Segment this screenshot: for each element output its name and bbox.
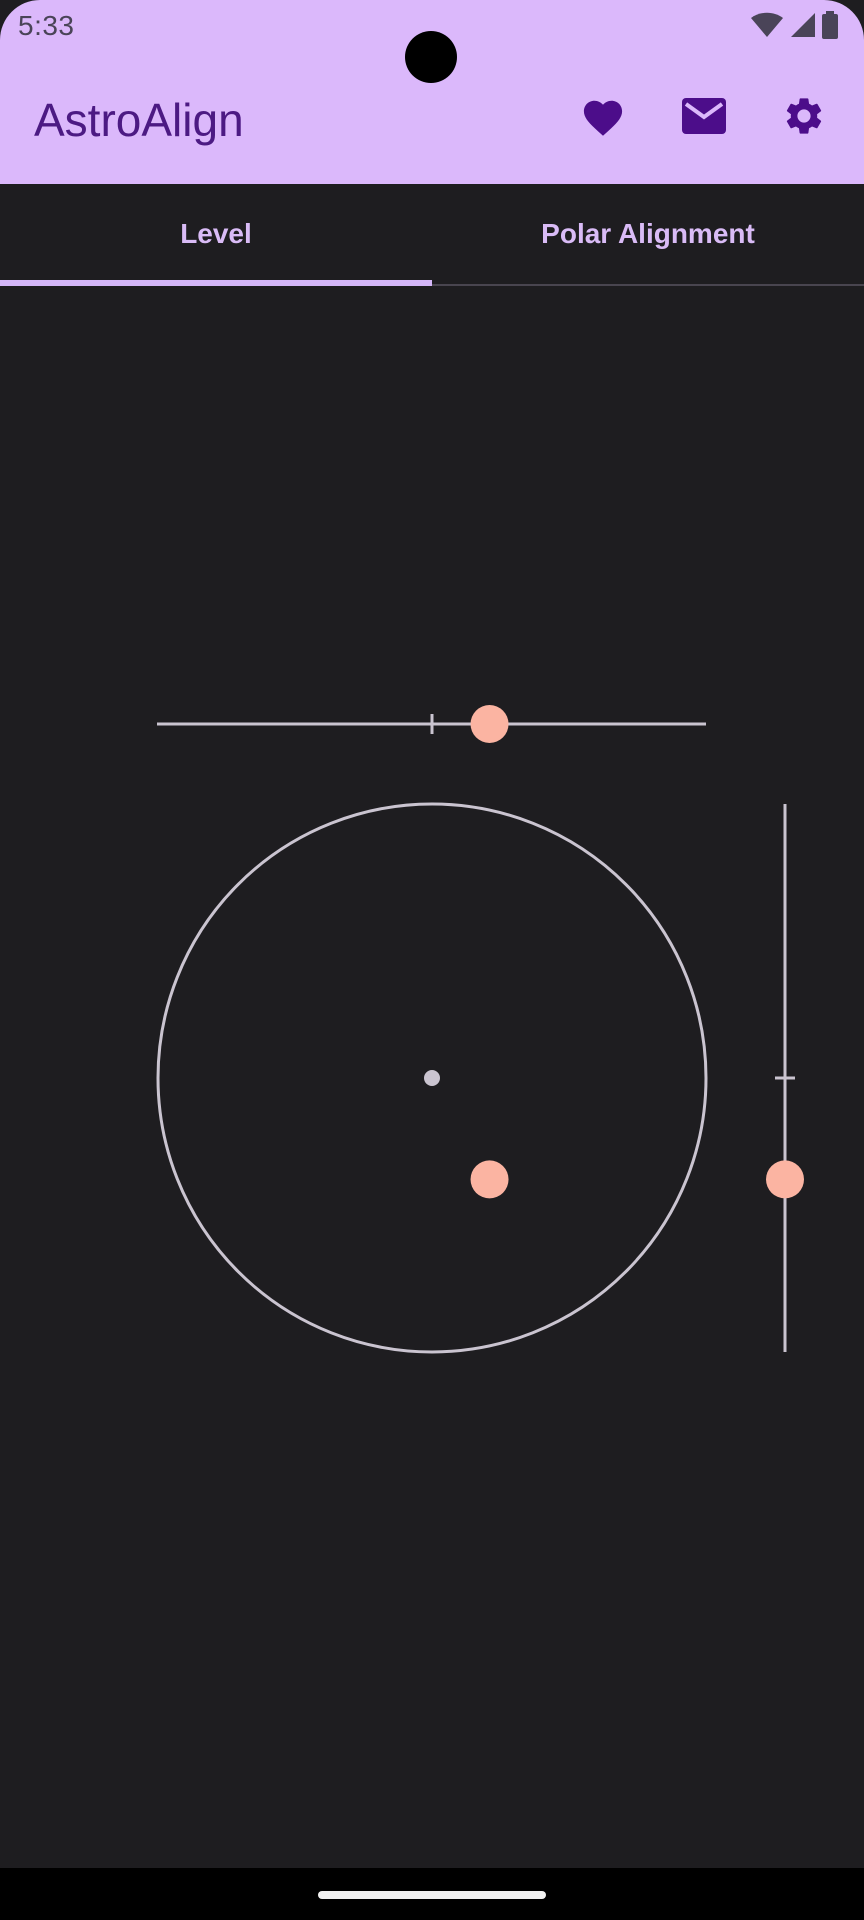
- top-bar: 5:33 AstroAlign: [0, 0, 864, 184]
- tab-level-label: Level: [180, 218, 252, 249]
- heart-icon: [580, 95, 626, 142]
- vertical-bubble: [766, 1160, 804, 1199]
- battery-icon: [822, 11, 838, 39]
- tab-level[interactable]: Level: [0, 184, 432, 286]
- app-title: AstroAlign: [34, 94, 244, 146]
- tab-bar: Level Polar Alignment: [0, 184, 864, 286]
- status-icons: [750, 10, 838, 40]
- level-indicator: [156, 705, 804, 1354]
- cell-signal-icon: [790, 12, 816, 38]
- camera-cutout: [405, 31, 457, 83]
- mail-icon: [682, 97, 726, 139]
- mail-button[interactable]: [676, 90, 732, 146]
- tab-polar-alignment-label: Polar Alignment: [541, 218, 755, 249]
- wifi-icon: [750, 12, 784, 38]
- circular-level-center: [424, 1070, 440, 1086]
- horizontal-bubble: [470, 705, 509, 743]
- favorite-button[interactable]: [575, 90, 631, 146]
- home-gesture-handle[interactable]: [318, 1891, 546, 1899]
- circular-bubble: [470, 1160, 509, 1199]
- app-screen: 5:33 AstroAlign Level Polar Alignment: [0, 0, 864, 1920]
- gear-icon: [782, 94, 826, 143]
- status-time: 5:33: [18, 10, 75, 41]
- tab-polar-alignment[interactable]: Polar Alignment: [432, 184, 864, 284]
- settings-button[interactable]: [776, 90, 832, 146]
